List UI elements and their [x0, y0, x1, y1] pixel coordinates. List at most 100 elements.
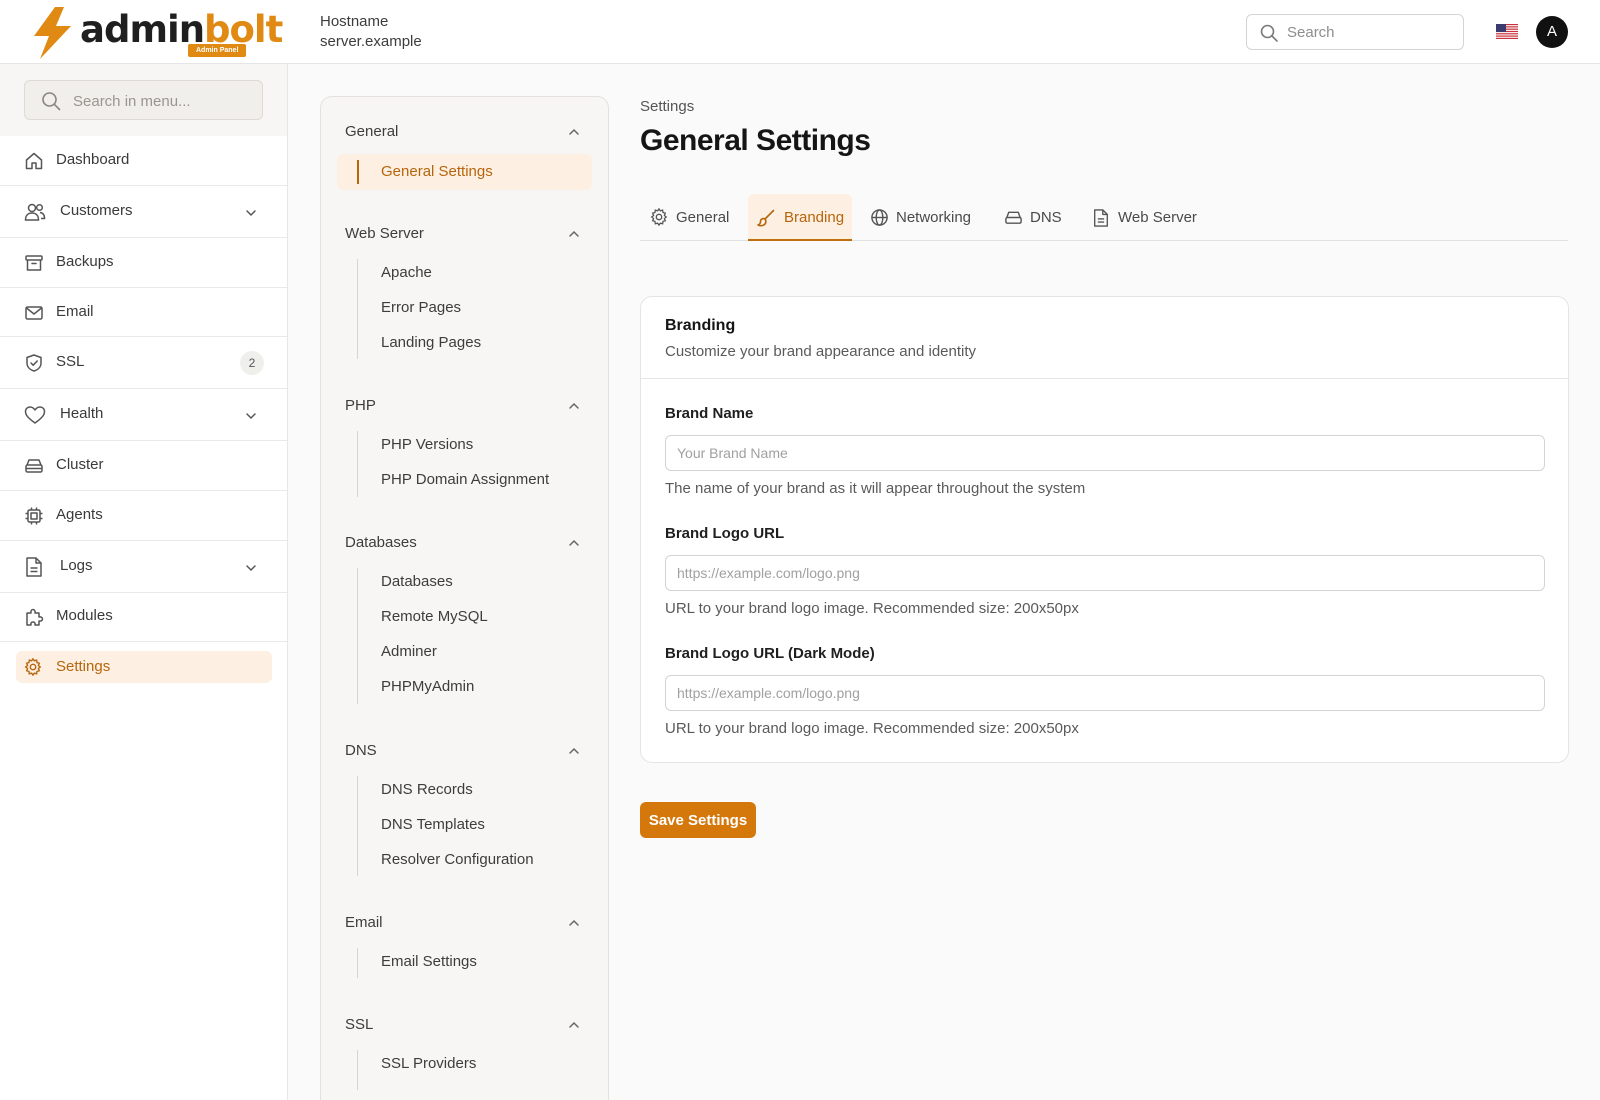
settings-group-general[interactable]: General — [345, 123, 398, 140]
global-search-input[interactable] — [1287, 22, 1452, 42]
search-icon — [42, 92, 61, 111]
logo[interactable]: adminbolt Admin Panel — [30, 6, 283, 60]
breadcrumb[interactable]: Settings — [640, 98, 694, 115]
brand-logo-url-label: Brand Logo URL — [665, 525, 785, 542]
chevron-down-icon — [246, 413, 256, 420]
settings-group-databases[interactable]: Databases — [345, 534, 417, 551]
chevron-up-icon[interactable] — [567, 536, 581, 550]
menu-search[interactable] — [24, 80, 263, 120]
settings-item-landing-pages[interactable]: Landing Pages — [381, 334, 481, 351]
lightning-bolt-icon — [34, 7, 71, 59]
brand-name-help: The name of your brand as it will appear… — [665, 480, 1086, 497]
cpu-icon — [25, 507, 43, 525]
brush-icon — [757, 209, 775, 227]
tab-label: Branding — [784, 209, 845, 226]
tab-label: Networking — [896, 209, 972, 226]
sidebar-item-cluster[interactable]: Cluster — [0, 441, 287, 491]
group-tree-line — [357, 1050, 358, 1090]
sidebar-item-label: Backups — [56, 253, 114, 270]
sidebar-item-backups[interactable]: Backups — [0, 238, 287, 288]
menu-search-input[interactable] — [73, 91, 253, 111]
sidebar-item-label: Email — [56, 303, 94, 320]
settings-group-php[interactable]: PHP — [345, 397, 376, 414]
settings-item-dns-templates[interactable]: DNS Templates — [381, 816, 485, 833]
sidebar-item-agents[interactable]: Agents — [0, 491, 287, 541]
settings-tabs: General Branding Networking DNS Web Serv… — [640, 194, 1568, 241]
chevron-up-icon[interactable] — [567, 916, 581, 930]
tab-web-server[interactable]: Web Server — [1092, 194, 1202, 241]
settings-item-databases[interactable]: Databases — [381, 573, 453, 590]
tab-networking[interactable]: Networking — [868, 194, 984, 241]
group-tree-line — [357, 948, 358, 978]
sidebar-item-label: Settings — [56, 658, 111, 675]
brand-logo-dark-url-input[interactable] — [665, 675, 1545, 711]
sidebar-item-label: Health — [60, 405, 104, 422]
chevron-up-icon[interactable] — [567, 1018, 581, 1032]
brand-logo-url-help: URL to your brand logo image. Recommende… — [665, 600, 1079, 617]
settings-group-ssl[interactable]: SSL — [345, 1016, 373, 1033]
brand-logo-dark-url-label: Brand Logo URL (Dark Mode) — [665, 645, 875, 662]
logo-word-admin: admin — [80, 8, 205, 51]
logo-wordmark: adminbolt — [80, 8, 283, 52]
sidebar-item-settings[interactable]: Settings — [16, 651, 272, 683]
group-tree-line — [357, 776, 358, 876]
chevron-up-icon[interactable] — [567, 399, 581, 413]
sidebar-item-health[interactable]: Health — [0, 389, 287, 441]
tab-dns[interactable]: DNS — [1004, 194, 1068, 241]
settings-item-phpmyadmin[interactable]: PHPMyAdmin — [381, 678, 474, 695]
sidebar-item-customers[interactable]: Customers — [0, 186, 287, 238]
sidebar-item-label: Cluster — [56, 456, 104, 473]
sidebar-item-ssl[interactable]: SSL 2 — [0, 337, 287, 389]
settings-item-php-domain-assignment[interactable]: PHP Domain Assignment — [381, 471, 549, 488]
sidebar-item-dashboard[interactable]: Dashboard — [0, 136, 287, 186]
tab-branding[interactable]: Branding — [748, 194, 852, 241]
settings-item-resolver-configuration[interactable]: Resolver Configuration — [381, 851, 534, 868]
sidebar-item-label: Customers — [60, 202, 133, 219]
sidebar-item-logs[interactable]: Logs — [0, 541, 287, 593]
sidebar-item-label: SSL — [56, 353, 85, 370]
archive-icon — [25, 255, 43, 271]
us-flag-icon[interactable] — [1496, 24, 1518, 39]
sidebar: Dashboard Customers Backups Email SSL 2 … — [0, 64, 288, 1100]
tab-general[interactable]: General — [640, 194, 740, 241]
gear-icon — [650, 208, 668, 226]
page-title: General Settings — [640, 124, 871, 157]
logo-badge: Admin Panel — [188, 44, 247, 57]
settings-group-email[interactable]: Email — [345, 914, 383, 931]
sidebar-item-modules[interactable]: Modules — [0, 593, 287, 642]
save-settings-button[interactable]: Save Settings — [640, 802, 756, 838]
sidebar-item-email[interactable]: Email — [0, 288, 287, 337]
sidebar-item-label: Modules — [56, 607, 113, 624]
settings-item-php-versions[interactable]: PHP Versions — [381, 436, 473, 453]
server-icon — [25, 459, 43, 473]
chevron-up-icon[interactable] — [567, 125, 581, 139]
brand-logo-url-input[interactable] — [665, 555, 1545, 591]
brand-name-label: Brand Name — [665, 405, 754, 422]
settings-item-adminer[interactable]: Adminer — [381, 643, 437, 660]
settings-group-dns[interactable]: DNS — [345, 742, 377, 759]
settings-item-apache[interactable]: Apache — [381, 264, 432, 281]
hostname-label: Hostname — [320, 13, 389, 30]
search-icon — [1260, 24, 1278, 42]
settings-item-error-pages[interactable]: Error Pages — [381, 299, 461, 316]
brand-logo-dark-url-help: URL to your brand logo image. Recommende… — [665, 720, 1079, 737]
sidebar-item-label: Agents — [56, 506, 103, 523]
chevron-up-icon[interactable] — [567, 744, 581, 758]
chevron-down-icon — [246, 565, 256, 572]
settings-item-dns-records[interactable]: DNS Records — [381, 781, 473, 798]
settings-item-email-settings[interactable]: Email Settings — [381, 953, 477, 970]
user-avatar[interactable]: A — [1536, 16, 1568, 48]
document-icon — [1094, 209, 1108, 227]
global-search[interactable] — [1246, 14, 1464, 50]
settings-item-ssl-providers[interactable]: SSL Providers — [381, 1055, 476, 1072]
settings-group-web-server[interactable]: Web Server — [345, 225, 424, 242]
chevron-up-icon[interactable] — [567, 227, 581, 241]
brand-name-input[interactable] — [665, 435, 1545, 471]
tab-label: Web Server — [1118, 209, 1197, 226]
settings-item-general-settings[interactable]: General Settings — [337, 154, 592, 190]
settings-item-remote-mysql[interactable]: Remote MySQL — [381, 608, 488, 625]
hostname-block: Hostname server.example — [320, 12, 422, 52]
sidebar-item-label: Dashboard — [56, 151, 130, 168]
sidebar-item-label: Logs — [60, 557, 93, 574]
users-icon — [24, 203, 46, 221]
